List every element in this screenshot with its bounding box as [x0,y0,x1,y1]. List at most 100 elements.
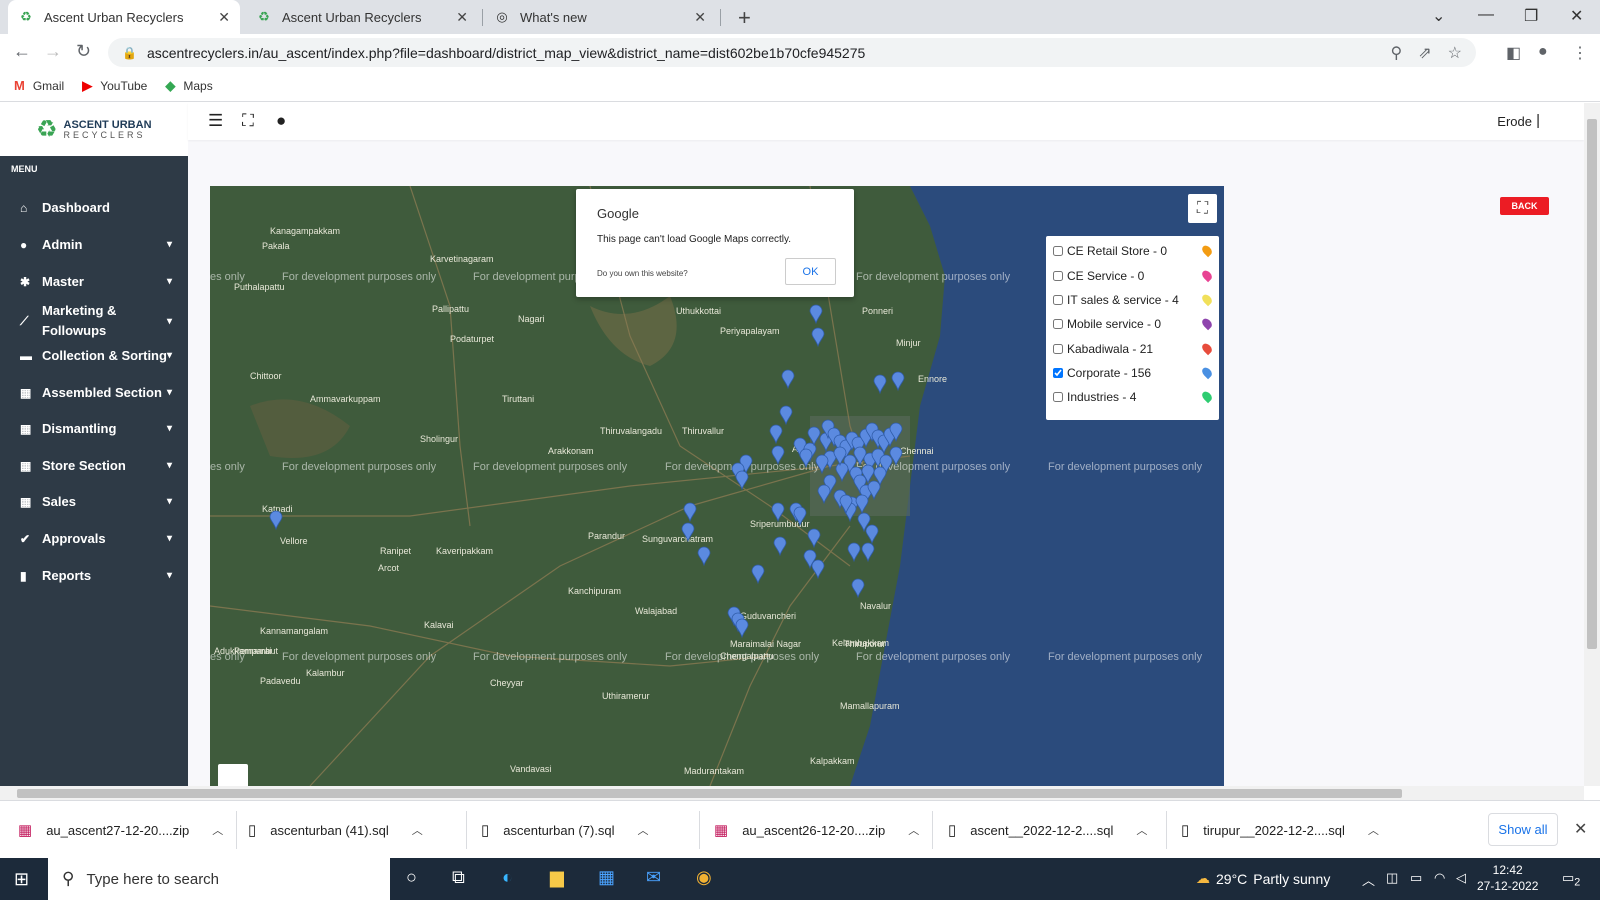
sidebar-item-collection-sorting[interactable]: ▬ Collection & Sorting ▾ [0,348,188,363]
download-item[interactable]: ▯ ascent__2022-12-2....sql ︿ [948,801,1147,859]
close-tab-icon[interactable]: ✕ [694,9,706,26]
legend-item[interactable]: IT sales & service - 4 [1053,293,1179,307]
map-marker[interactable] [865,524,879,545]
minimize-button[interactable]: — [1478,6,1494,24]
chevron-up-icon[interactable]: ︿ [1136,822,1147,838]
map-marker[interactable] [269,510,283,531]
map-marker[interactable] [771,502,785,523]
map-marker[interactable] [751,564,765,585]
map-marker[interactable] [847,542,861,563]
edge-icon[interactable]: ◐ [502,867,513,888]
map-marker[interactable] [769,424,783,445]
store-icon[interactable]: ▦ [598,867,615,888]
download-item[interactable]: ▦ au_ascent26-12-20....zip ︿ [714,801,919,859]
vertical-scrollbar[interactable] [1584,103,1600,786]
volume-icon[interactable]: ◁ [1456,870,1466,886]
close-tab-icon[interactable]: ✕ [456,9,468,26]
browser-tab-1[interactable]: ♻ Ascent Urban Recyclers ✕ [8,0,240,34]
legend-checkbox[interactable] [1053,319,1063,329]
browser-tab-2[interactable]: ♻ Ascent Urban Recyclers ✕ [246,0,478,34]
map-marker[interactable] [815,454,829,475]
side-panel-icon[interactable]: ◧ [1506,43,1521,63]
map-marker[interactable] [799,448,813,469]
legend-checkbox[interactable] [1053,368,1063,378]
legend-checkbox[interactable] [1053,271,1063,281]
chrome-icon[interactable]: ◉ [696,867,712,888]
location-label[interactable]: Erode [1497,114,1532,129]
browser-tab-3[interactable]: ◎ What's new ✕ [484,0,716,34]
task-view-icon[interactable]: ⧉ [452,867,465,888]
sidebar-item-sales[interactable]: ▦ Sales ▾ [0,494,188,509]
map-marker[interactable] [735,618,749,639]
back-arrow-icon[interactable]: ← [13,41,31,62]
cortana-icon[interactable]: ○ [406,867,417,888]
map-marker[interactable] [735,470,749,491]
chevron-up-icon[interactable]: ︿ [1368,822,1379,838]
reload-icon[interactable]: ↻ [76,41,91,62]
close-tab-icon[interactable]: ✕ [218,9,230,26]
back-button[interactable]: BACK [1500,197,1549,215]
sidebar-item-dismantling[interactable]: ▦ Dismantling ▾ [0,421,188,436]
dialog-ok-button[interactable]: OK [785,258,836,285]
sidebar-item-approvals[interactable]: ✔ Approvals ▾ [0,531,188,546]
close-downloads-icon[interactable]: ✕ [1574,819,1587,839]
chevron-up-icon[interactable]: ︿ [908,822,919,838]
chevron-up-icon[interactable]: ︿ [638,822,649,838]
close-window-button[interactable]: ✕ [1570,6,1583,26]
legend-checkbox[interactable] [1053,295,1063,305]
more-menu-icon[interactable]: ⋮ [1572,43,1588,63]
sidebar-item-marketing-followups[interactable]: ⟋ Marketing & Followups ▾ [0,301,188,341]
sidebar-item-assembled-section[interactable]: ▦ Assembled Section ▾ [0,385,188,400]
app-logo[interactable]: ♻ ASCENT URBAN RECYCLERS [0,103,188,156]
hamburger-menu-icon[interactable]: ☰ [208,111,223,131]
legend-item[interactable]: CE Retail Store - 0 [1053,244,1167,258]
legend-item[interactable]: Mobile service - 0 [1053,317,1161,331]
map-marker[interactable] [781,369,795,390]
profile-icon[interactable]: ● [1538,43,1548,61]
bookmark-maps[interactable]: ◆ Maps [165,78,212,94]
map-marker[interactable] [873,374,887,395]
download-item[interactable]: ▯ ascenturban (41).sql ︿ [248,801,423,859]
windows-start-icon[interactable]: ⊞ [14,869,29,890]
sidebar-item-store-section[interactable]: ▦ Store Section ▾ [0,458,188,473]
legend-item[interactable]: Industries - 4 [1053,390,1136,404]
legend-checkbox[interactable] [1053,392,1063,402]
star-icon[interactable]: ☆ [1448,43,1462,63]
legend-checkbox[interactable] [1053,246,1063,256]
scrollbar-thumb[interactable] [1587,119,1597,649]
map-zoom-control[interactable] [218,764,248,786]
map-marker[interactable] [835,462,849,483]
chevron-up-icon[interactable]: ︿ [412,822,423,838]
weather-widget[interactable]: ☁ 29°C Partly sunny [1196,870,1330,887]
download-item[interactable]: ▯ ascenturban (7).sql ︿ [481,801,649,859]
map-marker[interactable] [697,546,711,567]
bookmark-youtube[interactable]: ▶ YouTube [82,78,147,94]
map-marker[interactable] [817,484,831,505]
map-marker[interactable] [807,528,821,549]
map-marker[interactable] [811,559,825,580]
fullscreen-icon[interactable]: ⛶ [242,111,254,131]
file-explorer-icon[interactable]: ▆ [550,867,564,888]
legend-item[interactable]: Kabadiwala - 21 [1053,342,1153,356]
tab-search-icon[interactable]: ⌄ [1432,6,1445,26]
forward-arrow-icon[interactable]: → [44,41,62,62]
map-marker[interactable] [793,506,807,527]
zoom-icon[interactable]: ⚲ [1391,43,1403,63]
google-map[interactable]: es only For development purposes only For … [210,186,1224,786]
maximize-button[interactable]: ❐ [1524,6,1538,26]
map-marker[interactable] [861,542,875,563]
new-tab-button[interactable]: + [738,5,751,31]
sidebar-item-master[interactable]: ✱ Master ▾ [0,274,188,289]
show-all-button[interactable]: Show all [1488,813,1558,846]
horizontal-scrollbar[interactable] [0,786,1584,800]
map-marker[interactable] [683,502,697,523]
wifi-icon[interactable]: ◠ [1434,870,1445,886]
map-marker[interactable] [681,522,695,543]
battery-icon[interactable]: ▭ [1410,870,1422,886]
legend-item[interactable]: CE Service - 0 [1053,269,1144,283]
download-item[interactable]: ▯ tirupur__2022-12-2....sql ︿ [1181,801,1379,859]
map-marker[interactable] [851,578,865,599]
map-fullscreen-button[interactable]: ⛶ [1188,194,1217,223]
address-bar[interactable]: 🔒 ascentrecyclers.in/au_ascent/index.php… [108,38,1476,67]
share-icon[interactable]: ⇗ [1418,43,1431,63]
